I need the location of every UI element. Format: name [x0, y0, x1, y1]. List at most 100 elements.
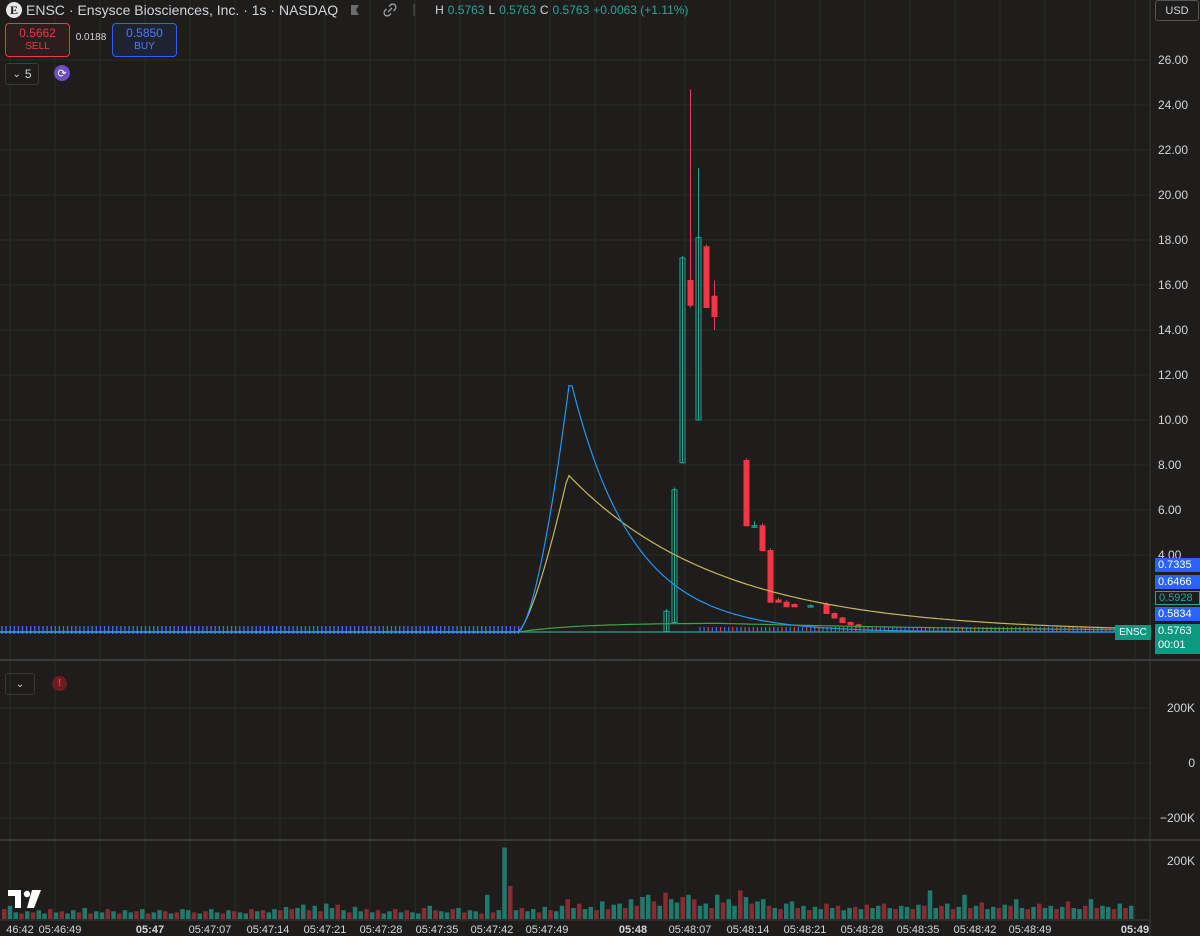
alert-icon[interactable]: ! — [52, 676, 67, 691]
tradingview-logo[interactable] — [8, 888, 42, 910]
candle-body — [767, 550, 774, 603]
volume-bar — [1111, 909, 1117, 919]
volume-bar — [134, 911, 139, 919]
volume-bar — [715, 894, 720, 919]
ohlc-l-value: 0.5763 — [499, 3, 536, 17]
indicator-axis-label: 200K — [1167, 701, 1195, 715]
candle-body — [839, 617, 846, 623]
time-axis-label: 05:47:49 — [526, 924, 569, 936]
candle-body — [703, 246, 710, 308]
indicator-toggle-button[interactable]: ⌄ 5 — [5, 63, 39, 85]
axis-labels: 26.00 24.00 22.00 20.00 18.00 16.00 14.00 12.00… — [6, 53, 1195, 936]
volume-bar — [496, 910, 501, 919]
ohlc-l-label: L — [488, 3, 496, 17]
symbol-title[interactable]: · Ensysce Biosciences, Inc. · 1s · NASDA… — [69, 2, 338, 18]
price-axis-label: 14.00 — [1158, 323, 1188, 337]
volume-bar — [605, 909, 611, 919]
volume-bar — [421, 908, 427, 919]
symbol-header[interactable]: E ENSC · Ensysce Biosciences, Inc. · 1s … — [0, 0, 688, 20]
volume-bar — [1106, 906, 1111, 919]
time-axis-label: 05:46:49 — [39, 924, 82, 936]
time-axis-label: 05:47:14 — [247, 924, 290, 936]
volume-bar — [237, 912, 243, 919]
candle-body — [743, 460, 750, 527]
moving-averages — [0, 384, 1116, 633]
volume-bar — [996, 908, 1002, 919]
pane-dividers[interactable] — [0, 0, 1200, 936]
volume-bar — [59, 911, 64, 919]
volume-bar — [71, 910, 76, 919]
time-axis-label: 05:47:07 — [189, 924, 232, 936]
link-icon[interactable] — [381, 2, 399, 18]
volume-bar — [720, 902, 726, 919]
candle-body — [847, 622, 854, 626]
time-axis-label: 05:48:07 — [669, 924, 712, 936]
volume-bar — [94, 911, 99, 919]
volume-bar — [1088, 899, 1094, 919]
volume-bar — [485, 894, 490, 919]
candle-body — [775, 599, 782, 603]
volume-bar — [657, 905, 662, 919]
volume-bar — [979, 902, 984, 919]
ohlc-change-value: +0.0063 (+1.11%) — [593, 3, 689, 17]
chevron-down-icon: ⌄ — [12, 68, 21, 80]
volume-bar — [755, 901, 760, 919]
price-baseline — [0, 626, 1150, 634]
volume-bar — [582, 909, 588, 919]
volume-bar — [870, 908, 875, 919]
buy-button[interactable]: 0.5850 BUY — [112, 23, 177, 57]
volume-bar — [738, 890, 743, 919]
volume-bar — [232, 911, 237, 919]
last-price-symbol-tag: ENSC — [1115, 625, 1151, 640]
volume-bar — [1008, 905, 1013, 919]
chart-canvas[interactable]: 26.00 24.00 22.00 20.00 18.00 16.00 14.00 12.00… — [0, 0, 1200, 936]
volume-bar — [709, 908, 714, 919]
volume-bar — [145, 913, 151, 919]
volume-bar — [266, 912, 271, 919]
sell-label: SELL — [25, 41, 50, 52]
time-axis-label: 05:47:35 — [416, 924, 459, 936]
currency-button[interactable]: USD — [1155, 0, 1199, 21]
flag-icon[interactable] — [346, 2, 364, 18]
volume-bar — [186, 910, 191, 919]
volume-bar — [105, 909, 110, 919]
more-icon[interactable] — [408, 2, 426, 18]
symbol-ticker[interactable]: ENSC — [26, 2, 65, 18]
volume-bar — [352, 906, 358, 919]
last-price-tag: 0.5763 00:01 — [1155, 624, 1200, 654]
volume-bar — [375, 910, 381, 919]
volume-bar — [25, 911, 30, 919]
candle-body — [783, 601, 790, 608]
volume-bar — [439, 911, 444, 919]
volume-bar — [634, 905, 639, 919]
volume-bar — [646, 894, 651, 919]
volume-bar — [473, 911, 478, 919]
price-axis-label: 12.00 — [1158, 368, 1188, 382]
volume-bar — [910, 909, 915, 919]
volume-bar — [42, 913, 47, 919]
sell-price: 0.5662 — [19, 26, 56, 40]
time-axis-label: 05:48 — [619, 924, 647, 936]
pane-collapse-button[interactable]: ⌄ — [5, 673, 35, 695]
volume-bar — [548, 910, 553, 919]
spread-value: 0.0188 — [75, 32, 107, 43]
volume-bar — [1042, 908, 1048, 919]
sell-button[interactable]: 0.5662 SELL — [5, 23, 70, 57]
volume-bar — [335, 904, 340, 919]
volume-bar — [766, 905, 772, 919]
refresh-icon[interactable]: ⟳ — [54, 65, 70, 81]
volume-bar — [847, 908, 852, 919]
volume-bar — [807, 910, 812, 919]
ohlc-c-value: 0.5763 — [552, 3, 590, 17]
volume-bar — [1077, 909, 1082, 919]
volume-bar — [433, 910, 438, 919]
volume-bar — [939, 905, 944, 919]
volume-bar — [559, 905, 565, 919]
volume-bar — [784, 903, 789, 919]
volume-bar — [812, 906, 818, 919]
volume-bar — [272, 909, 277, 919]
buy-price: 0.5850 — [126, 26, 163, 40]
volume-bar — [479, 913, 484, 919]
volume-bar — [1037, 903, 1042, 919]
volume-bar — [1129, 905, 1134, 919]
